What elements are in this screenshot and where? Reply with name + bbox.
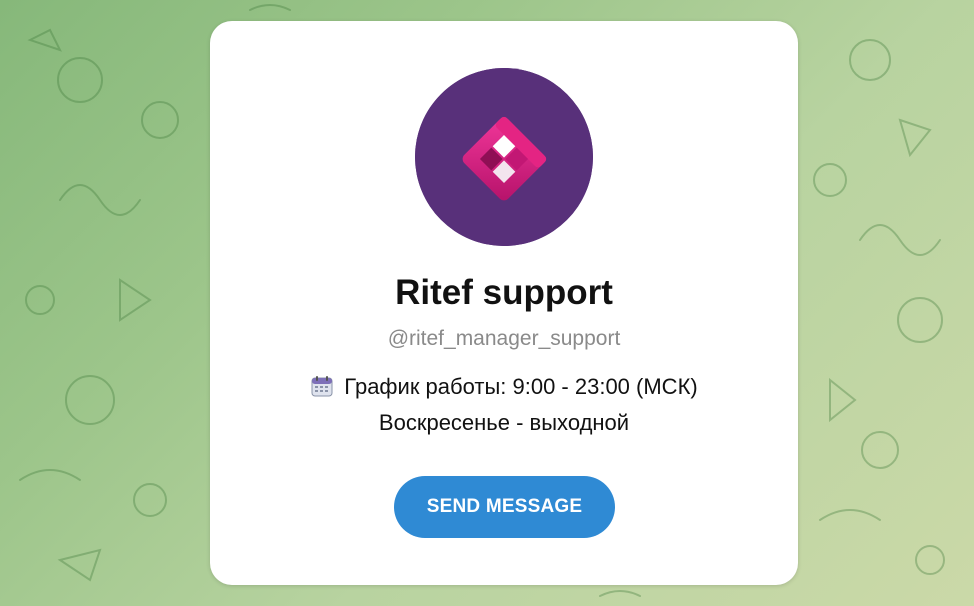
- send-message-button[interactable]: SEND MESSAGE: [394, 476, 615, 538]
- bot-username[interactable]: @ritef_manager_support: [210, 327, 798, 351]
- ritef-logo-icon: [415, 68, 593, 246]
- avatar: [415, 68, 593, 246]
- bot-name: Ritef support: [395, 273, 613, 312]
- calendar-icon: [311, 376, 333, 397]
- bot-profile-card: Ritef support @ritef_manager_support Гра…: [210, 21, 798, 585]
- bot-description-schedule: График работы: 9:00 - 23:00 (МСК): [210, 373, 798, 401]
- schedule-text: График работы: 9:00 - 23:00 (МСК): [344, 374, 698, 399]
- bot-description-day-off: Воскресенье - выходной: [378, 410, 630, 435]
